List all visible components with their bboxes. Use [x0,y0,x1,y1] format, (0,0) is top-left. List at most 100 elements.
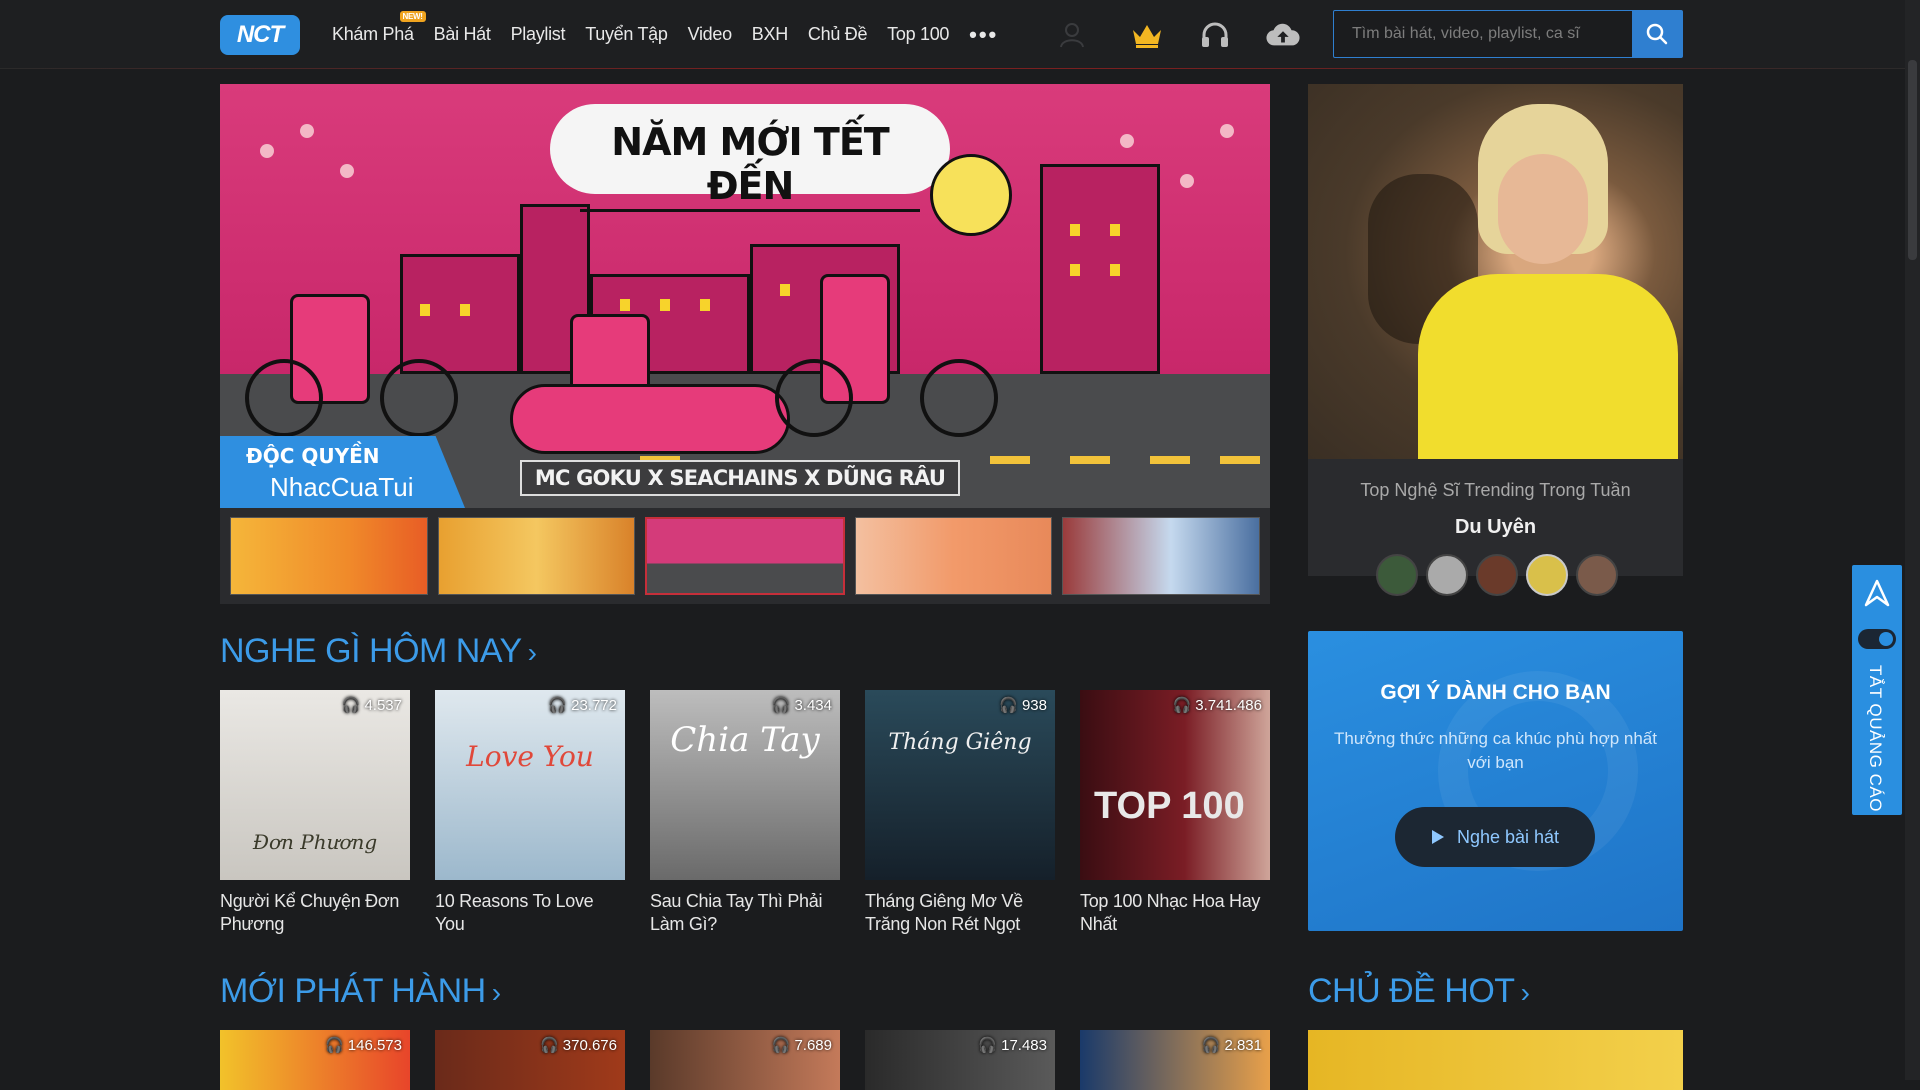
playlist-cover[interactable]: Tháng Giêng 🎧 938 [865,690,1055,880]
nav-tuyen-tap[interactable]: Tuyển Tập [575,24,677,45]
playlist-card[interactable]: Tháng Giêng 🎧 938 Tháng Giêng Mơ Về Trăng… [865,690,1055,936]
new-release-cards: 🎧 146.573 🎧 370.676 🎧 7.689 🎧 17.483 🎧 2.831 [220,1030,1270,1090]
listen-count-value: 7.689 [794,1036,832,1054]
blossom [340,164,354,178]
artist-avatar[interactable] [1576,554,1618,596]
section-title-today[interactable]: NGHE GÌ HÔM NAY › [220,632,537,671]
release-cover[interactable]: 🎧 146.573 [220,1030,410,1090]
artist-avatar[interactable] [1376,554,1418,596]
banner-window [1070,264,1080,276]
headphones-icon: 🎧 [999,697,1018,714]
nav-playlist[interactable]: Playlist [501,24,576,45]
bicycle-wheel [245,359,323,437]
banner-window [780,284,790,296]
nav-video[interactable]: Video [678,24,742,45]
listen-count-value: 938 [1021,696,1047,714]
playlist-card[interactable]: Love You 🎧 23.772 10 Reasons To Love You [435,690,625,936]
nct-logo[interactable]: NCT [220,15,300,55]
playlist-cover[interactable]: Chia Tay 🎧 3.434 [650,690,840,880]
nav-top-100[interactable]: Top 100 [877,24,959,45]
playlist-title[interactable]: Tháng Giêng Mơ Về Trăng Non Rét Ngọt [865,890,1055,936]
release-cover[interactable]: 🎧 7.689 [650,1030,840,1090]
banner-thumb[interactable] [437,517,636,595]
banner-thumb[interactable] [230,517,428,595]
playlist-cover[interactable]: TOP 100 🎧 3.741.486 [1080,690,1270,880]
release-cover[interactable]: 🎧 17.483 [865,1030,1055,1090]
playlist-title[interactable]: 10 Reasons To Love You [435,890,625,936]
section-title-new-release[interactable]: MỚI PHÁT HÀNH › [220,972,501,1011]
ad-toggle-switch[interactable] [1858,629,1896,649]
search-box [1333,10,1683,58]
main-nav: Khám Phá NEW! Bài Hát Playlist Tuyển Tập… [322,0,1008,69]
release-cover[interactable]: 🎧 370.676 [435,1030,625,1090]
banner-thumb[interactable] [854,517,1053,595]
hot-topic-preview[interactable] [1308,1030,1683,1090]
banner-thumbnails [220,508,1270,604]
road-dash [1220,456,1260,464]
nav-kham-pha-label: Khám Phá [332,24,414,44]
cover-text: Love You [466,740,594,773]
today-cards: Đơn Phương 🎧 4.537 Người Kể Chuyện Đơn Ph… [220,690,1270,936]
road-dash [1150,456,1190,464]
banner-artists: MC GOKU X SEACHAINS X DŨNG RÂU [520,460,960,496]
blossom [1220,124,1234,138]
playlist-card[interactable]: Đơn Phương 🎧 4.537 Người Kể Chuyện Đơn Ph… [220,690,410,936]
listen-count: 🎧 146.573 [325,1036,402,1055]
banner-window [420,304,430,316]
listen-count: 🎧 7.689 [772,1036,832,1055]
new-badge: NEW! [399,11,426,22]
listen-count: 🎧 370.676 [540,1036,617,1055]
suggestion-subtitle: Thưởng thức những ca khúc phù hợp nhất v… [1334,729,1657,772]
listen-button[interactable]: Nghe bài hát [1395,807,1595,867]
section-title-today-label: NGHE GÌ HÔM NAY [220,632,522,670]
artist-avatar-active[interactable] [1526,554,1568,596]
banner-thumb[interactable] [1062,517,1260,595]
playlist-title[interactable]: Người Kể Chuyện Đơn Phương [220,890,410,936]
nav-kham-pha[interactable]: Khám Phá NEW! [322,11,426,45]
artist-name[interactable]: Du Uyên [1308,516,1683,539]
playlist-cover[interactable]: Đơn Phương 🎧 4.537 [220,690,410,880]
artist-avatars [1376,554,1618,596]
playlist-title[interactable]: Top 100 Nhạc Hoa Hay Nhất [1080,890,1270,936]
search-button[interactable] [1632,11,1682,57]
playlist-title[interactable]: Sau Chia Tay Thì Phải Làm Gì? [650,890,840,936]
scrollbar-thumb[interactable] [1908,60,1917,260]
arrow-up-icon[interactable] [1864,579,1890,607]
banner-window [660,299,670,311]
page-scrollbar[interactable] [1905,0,1920,1080]
section-title-hot-topics[interactable]: CHỦ ĐỀ HOT › [1308,972,1530,1011]
playlist-card[interactable]: TOP 100 🎧 3.741.486 Top 100 Nhạc Hoa Hay … [1080,690,1270,936]
playlist-card[interactable]: Chia Tay 🎧 3.434 Sau Chia Tay Thì Phải Là… [650,690,840,936]
more-menu-button[interactable]: ••• [959,22,1008,48]
headphones-icon[interactable] [1198,18,1232,52]
exclusive-brand: NhacCuaTui [270,472,414,502]
listen-count: 🎧 2.831 [1202,1036,1262,1055]
search-input[interactable] [1334,11,1632,57]
blossom [1180,174,1194,188]
banner-thumb-active[interactable] [645,517,845,595]
cloud-upload-icon[interactable] [1266,18,1300,52]
listen-count: 🎧 17.483 [978,1036,1047,1055]
banner-window [620,299,630,311]
hero-banner[interactable]: NĂM MỚI TẾT ĐẾN MC GOKU X SEACHAINS X DŨ… [220,84,1270,508]
artist-photo[interactable] [1308,84,1683,459]
chevron-right-icon: › [491,977,501,1008]
cartoon-scooter [510,384,790,454]
crown-icon[interactable] [1130,18,1164,52]
listen-count: 🎧 3.741.486 [1173,696,1262,715]
nav-chu-de[interactable]: Chủ Đề [798,24,877,45]
release-cover[interactable]: 🎧 2.831 [1080,1030,1270,1090]
playlist-cover[interactable]: Love You 🎧 23.772 [435,690,625,880]
cover-text: Đơn Phương [252,830,378,854]
nav-bai-hat[interactable]: Bài Hát [424,24,501,45]
trending-artist-card[interactable]: Top Nghệ Sĩ Trending Trong Tuần Du Uyên [1308,84,1683,596]
nav-bxh[interactable]: BXH [742,24,798,45]
bicycle-wheel [775,359,853,437]
artist-avatar[interactable] [1476,554,1518,596]
photo-jacket [1418,274,1678,459]
artist-avatar[interactable] [1426,554,1468,596]
blossom [300,124,314,138]
headphones-icon: 🎧 [341,697,361,714]
user-icon[interactable] [1055,18,1089,52]
ad-toggle-widget: TẮT QUẢNG CÁO [1852,565,1902,815]
